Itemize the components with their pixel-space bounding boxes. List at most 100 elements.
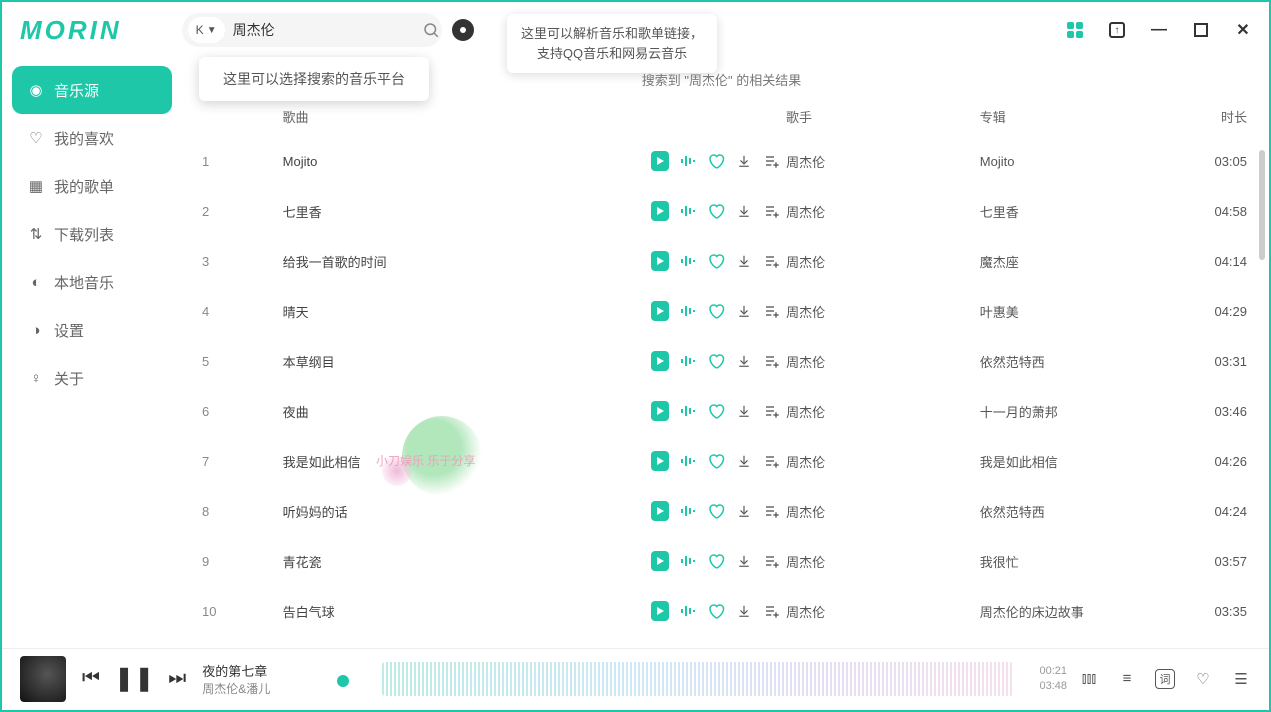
like-icon[interactable] <box>707 502 725 520</box>
download-icon[interactable] <box>735 302 753 320</box>
download-icon[interactable] <box>735 502 753 520</box>
play-button[interactable] <box>651 252 669 270</box>
song-duration: 03:05 <box>1189 154 1247 169</box>
download-icon[interactable] <box>735 202 753 220</box>
song-duration: 03:31 <box>1189 354 1247 369</box>
song-row[interactable]: 10 告白气球 周杰伦 周杰伦的床边故事 03:35 <box>196 586 1247 636</box>
song-row[interactable]: 8 听妈妈的话 周杰伦 依然范特西 04:24 <box>196 486 1247 536</box>
play-button[interactable] <box>651 302 669 320</box>
platform-selector[interactable]: K ▼ <box>188 17 225 43</box>
waveform-icon[interactable] <box>679 202 697 220</box>
add-to-playlist-icon[interactable] <box>763 602 781 620</box>
song-duration: 04:24 <box>1189 504 1247 519</box>
playlist-menu-icon[interactable]: ☰ <box>1231 669 1251 689</box>
play-button[interactable] <box>651 402 669 420</box>
download-icon[interactable] <box>735 352 753 370</box>
add-to-playlist-icon[interactable] <box>763 452 781 470</box>
song-row[interactable]: 3 给我一首歌的时间 周杰伦 魔杰座 04:14 <box>196 236 1247 286</box>
play-button[interactable] <box>651 552 669 570</box>
download-icon[interactable] <box>735 452 753 470</box>
row-index: 8 <box>196 504 243 519</box>
like-icon[interactable] <box>707 402 725 420</box>
nav-settings[interactable]: ◑ 设置 <box>12 306 172 354</box>
download-icon[interactable] <box>735 252 753 270</box>
play-button[interactable] <box>651 352 669 370</box>
player-right-controls: ⫾⫾⫾ ≡ 词 ♡ ☰ <box>1079 669 1251 689</box>
scrollbar[interactable] <box>1259 150 1265 260</box>
song-row[interactable]: 9 青花瓷 周杰伦 我很忙 03:57 <box>196 536 1247 586</box>
like-icon[interactable] <box>707 352 725 370</box>
upload-icon[interactable] <box>1109 22 1125 38</box>
add-to-playlist-icon[interactable] <box>763 152 781 170</box>
play-pause-button[interactable]: ❚❚ <box>114 664 154 693</box>
equalizer-icon[interactable]: ⫾⫾⫾ <box>1079 669 1099 689</box>
download-icon[interactable] <box>735 552 753 570</box>
song-album: Mojito <box>980 154 1189 169</box>
add-to-playlist-icon[interactable] <box>763 252 781 270</box>
song-title: 告白气球 <box>243 602 651 621</box>
song-title: 给我一首歌的时间 <box>243 252 651 271</box>
maximize-button[interactable] <box>1193 22 1209 38</box>
album-cover[interactable] <box>20 656 66 702</box>
download-icon[interactable] <box>735 402 753 420</box>
next-button[interactable]: ⏭ <box>168 667 186 690</box>
waveform-icon[interactable] <box>679 402 697 420</box>
like-icon[interactable] <box>707 202 725 220</box>
parse-link-button[interactable] <box>452 19 474 41</box>
like-icon[interactable] <box>707 602 725 620</box>
like-icon[interactable] <box>707 302 725 320</box>
like-icon[interactable] <box>707 452 725 470</box>
waveform-icon[interactable] <box>679 602 697 620</box>
waveform-icon[interactable] <box>679 152 697 170</box>
play-button[interactable] <box>651 602 669 620</box>
waveform-icon[interactable] <box>679 352 697 370</box>
song-album: 七里香 <box>980 202 1189 221</box>
play-button[interactable] <box>651 502 669 520</box>
waveform-icon[interactable] <box>679 552 697 570</box>
play-button[interactable] <box>651 452 669 470</box>
add-to-playlist-icon[interactable] <box>763 552 781 570</box>
search-input[interactable] <box>225 22 422 38</box>
waveform-icon[interactable] <box>679 502 697 520</box>
download-icon[interactable] <box>735 152 753 170</box>
song-row[interactable]: 5 本草纲目 周杰伦 依然范特西 03:31 <box>196 336 1247 386</box>
close-button[interactable] <box>1235 22 1251 38</box>
nav-downloads[interactable]: ⇅ 下载列表 <box>12 210 172 258</box>
waveform-icon[interactable] <box>679 252 697 270</box>
nav-about[interactable]: ♀ 关于 <box>12 354 172 402</box>
add-to-playlist-icon[interactable] <box>763 302 781 320</box>
waveform-icon[interactable] <box>679 452 697 470</box>
like-icon[interactable] <box>707 152 725 170</box>
nav-music-source[interactable]: ◉ 音乐源 <box>12 66 172 114</box>
add-to-playlist-icon[interactable] <box>763 202 781 220</box>
content-area: 搜索到 "周杰伦" 的相关结果 歌曲 歌手 专辑 时长 1 Mojito 周杰伦… <box>182 58 1269 648</box>
prev-button[interactable]: ⏮ <box>82 667 100 690</box>
like-icon[interactable] <box>707 252 725 270</box>
play-button[interactable] <box>651 152 669 170</box>
time-total: 03:48 <box>1023 679 1067 693</box>
add-to-playlist-icon[interactable] <box>763 502 781 520</box>
song-row[interactable]: 4 晴天 周杰伦 叶惠美 04:29 <box>196 286 1247 336</box>
song-row[interactable]: 2 七里香 周杰伦 七里香 04:58 <box>196 186 1247 236</box>
search-icon[interactable] <box>422 21 440 39</box>
song-row[interactable]: 1 Mojito 周杰伦 Mojito 03:05 <box>196 136 1247 186</box>
waveform-icon[interactable] <box>679 302 697 320</box>
queue-icon[interactable]: ≡ <box>1117 669 1137 689</box>
like-icon[interactable] <box>707 552 725 570</box>
song-row[interactable]: 7 我是如此相信 周杰伦 我是如此相信 04:26 <box>196 436 1247 486</box>
song-list[interactable]: 1 Mojito 周杰伦 Mojito 03:05 2 七里香 周杰 <box>196 136 1247 648</box>
lyrics-button[interactable]: 词 <box>1155 669 1175 689</box>
nav-playlists[interactable]: ▦ 我的歌单 <box>12 162 172 210</box>
nav-favorites[interactable]: ♡ 我的喜欢 <box>12 114 172 162</box>
add-to-playlist-icon[interactable] <box>763 352 781 370</box>
play-button[interactable] <box>651 202 669 220</box>
favorite-icon[interactable]: ♡ <box>1193 669 1213 689</box>
progress-knob[interactable] <box>337 675 349 687</box>
download-icon[interactable] <box>735 602 753 620</box>
waveform-progress[interactable] <box>382 662 1013 696</box>
add-to-playlist-icon[interactable] <box>763 402 781 420</box>
song-row[interactable]: 6 夜曲 周杰伦 十一月的萧邦 03:46 <box>196 386 1247 436</box>
nav-local[interactable]: ◐ 本地音乐 <box>12 258 172 306</box>
minimize-button[interactable] <box>1151 22 1167 38</box>
apps-icon[interactable] <box>1067 22 1083 38</box>
